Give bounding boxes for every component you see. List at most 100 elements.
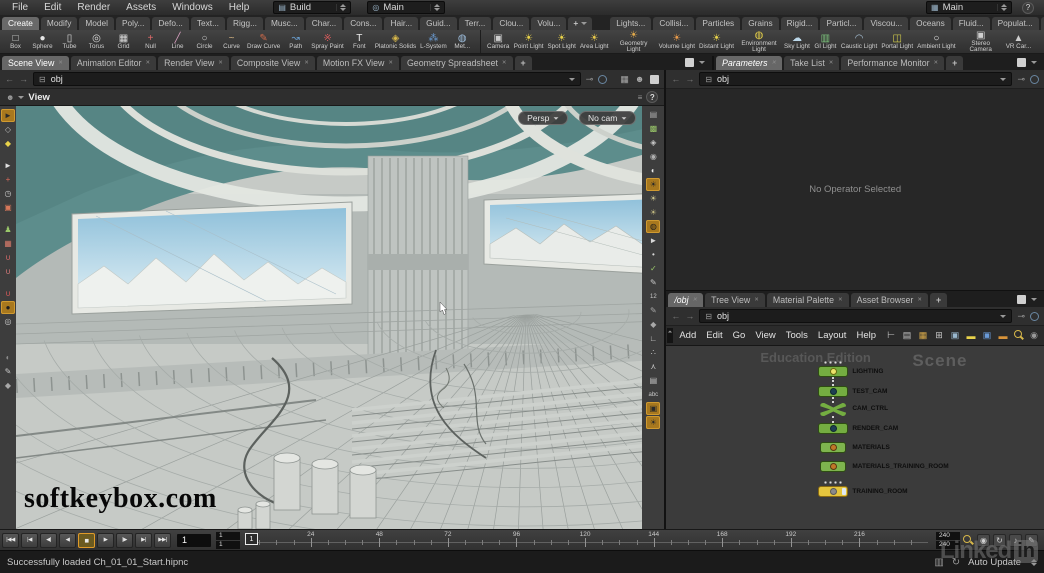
net-menu-view[interactable]: View	[750, 330, 780, 341]
tool-platonic-solids[interactable]: ◈ Platonic Solids	[373, 33, 418, 51]
node-cam-ctrl[interactable]	[820, 403, 847, 416]
tab-render-view[interactable]: Render View ✕	[158, 56, 229, 70]
display-options-icon[interactable]	[650, 74, 660, 84]
node-test-cam[interactable]	[818, 386, 849, 397]
shelf-tab-terr[interactable]: Terr...	[458, 17, 492, 30]
tool-distant-light[interactable]: ☀ Distant Light	[697, 33, 736, 51]
chevron-down-icon[interactable]	[1000, 314, 1007, 318]
prev-keyframe-button[interactable]: |◀	[21, 532, 38, 548]
visibility-icon[interactable]: ◉	[1028, 329, 1041, 342]
view-layout-icon[interactable]: ▤	[646, 108, 660, 121]
tool-null[interactable]: + Null	[137, 33, 164, 51]
jump-start-button[interactable]: |◀◀	[2, 532, 19, 548]
viewport-path-field[interactable]: ⊟ obj	[33, 72, 581, 86]
net-tab-add-button[interactable]: +	[929, 293, 948, 307]
view-tool-icon[interactable]: ●	[1, 301, 15, 314]
stop-button[interactable]: ■	[78, 532, 95, 548]
tool-point-light[interactable]: ☀ Point Light	[512, 33, 546, 51]
tool-environment-light[interactable]: ◍ Environment Light	[736, 30, 782, 54]
net-tab-material-palette[interactable]: Material Palette ✕	[766, 293, 849, 307]
net-menu-tools[interactable]: Tools	[781, 330, 813, 341]
tool-tube[interactable]: ▯ Tube	[56, 33, 83, 51]
shelf-tab-clou[interactable]: Clou...	[493, 17, 530, 30]
all-lights-icon[interactable]: ☀	[646, 206, 660, 219]
shelf-tab-create[interactable]: Create	[2, 17, 39, 30]
menu-render[interactable]: Render	[69, 2, 118, 13]
ghost-objects-icon[interactable]: ▩	[646, 122, 660, 135]
parameters-path-field[interactable]: ⊟ obj	[699, 72, 1013, 86]
close-icon[interactable]: ✕	[58, 60, 63, 66]
shelf-tab-defo[interactable]: Defo...	[152, 17, 189, 30]
parameter-dialog-icon[interactable]: ▤	[901, 329, 914, 342]
point-normals-icon[interactable]: ✎	[646, 276, 660, 289]
snap-grid-icon[interactable]: ▦	[1, 237, 15, 250]
headlight-icon[interactable]: ☀	[646, 178, 661, 191]
maximize-pane-icon[interactable]	[685, 58, 694, 67]
close-icon[interactable]: ✕	[917, 297, 922, 303]
shelf-tab-musc[interactable]: Musc...	[264, 17, 304, 30]
select-geometry-icon[interactable]: ◇	[1, 123, 15, 136]
current-frame-marker[interactable]: 1	[245, 533, 258, 545]
shelf-tab-rigid[interactable]: Rigid...	[780, 17, 819, 30]
net-menu-add[interactable]: Add	[674, 330, 701, 341]
select-mode-icon[interactable]: ►	[646, 234, 660, 247]
tab-add-button[interactable]: +	[514, 56, 532, 70]
tab-geometry-spreadsheet[interactable]: Geometry Spreadsheet ✕	[400, 56, 513, 70]
tool-gi-light[interactable]: ▥ GI Light	[812, 33, 839, 51]
close-icon[interactable]: ✕	[304, 60, 309, 66]
jump-end-button[interactable]: ▶▶|	[154, 532, 171, 548]
tool-met[interactable]: ◍ Met...	[449, 33, 476, 51]
particle-display-icon[interactable]: ∴	[646, 346, 660, 359]
find-icon[interactable]	[1013, 329, 1025, 341]
frame-ruler[interactable]: 1 24 48 72 96 120 144 168 192 216	[245, 530, 928, 550]
chevron-down-icon[interactable]	[18, 95, 25, 99]
tool-stereo-camera[interactable]: ▣ Stereo Camera	[958, 30, 1004, 54]
snap-primitive-icon[interactable]: ∪	[1, 287, 15, 300]
select-objects-icon[interactable]: ►	[1, 109, 15, 122]
net-tab-asset-browser[interactable]: Asset Browser ✕	[850, 293, 928, 307]
shelf-tab-collisi[interactable]: Collisi...	[653, 17, 695, 30]
network-editor[interactable]: Education Edition Scene LIGHTING TEST_CAM…	[666, 346, 1044, 529]
shelf-tab-text[interactable]: Text...	[190, 17, 225, 30]
chevron-down-icon[interactable]	[1000, 77, 1007, 81]
radial-menu-icon[interactable]	[1030, 311, 1039, 321]
select-dynamics-icon[interactable]: ◆	[1, 137, 15, 150]
pane-menu-icon[interactable]	[1031, 61, 1037, 64]
radial-menu-icon[interactable]	[1030, 74, 1039, 84]
back-icon[interactable]: ←	[5, 74, 14, 84]
desktop-select[interactable]: ▦ Main	[926, 1, 1012, 14]
shelf-tab-fluid[interactable]: Fluid...	[952, 17, 990, 30]
menu-edit[interactable]: Edit	[36, 2, 69, 13]
back-icon[interactable]: ←	[671, 74, 680, 84]
pane-menu-icon[interactable]	[1031, 298, 1037, 301]
chevron-down-icon[interactable]	[568, 77, 575, 81]
forward-icon[interactable]: →	[19, 74, 28, 84]
collapse-arrow-icon[interactable]	[667, 328, 674, 343]
spinner-icon[interactable]	[997, 4, 1007, 11]
tool-curve[interactable]: ~ Curve	[218, 33, 245, 51]
rotate-icon[interactable]: ◷	[1, 187, 15, 200]
menu-icon[interactable]: ≡	[638, 93, 643, 102]
close-icon[interactable]: ✕	[934, 60, 939, 66]
snap-point-icon[interactable]: ∪	[1, 251, 15, 264]
shelf-tab-cons[interactable]: Cons...	[344, 17, 383, 30]
node-lighting[interactable]	[818, 366, 849, 377]
radial-menu-icon[interactable]	[598, 74, 608, 84]
tool-sky-light[interactable]: ☁ Sky Light	[782, 33, 812, 51]
tab-motion-fx-view[interactable]: Motion FX View ✕	[316, 56, 399, 70]
shelf-tab-oceans[interactable]: Oceans	[910, 17, 951, 30]
shelf-tab-rigg[interactable]: Rigg...	[227, 17, 263, 30]
node-materials-training-room[interactable]	[820, 461, 847, 472]
playback-start-field[interactable]: 1	[216, 540, 240, 549]
back-icon[interactable]: ←	[671, 311, 680, 321]
close-icon[interactable]: ✕	[145, 60, 150, 66]
character-icon[interactable]: ☻	[635, 74, 644, 84]
group-list-icon[interactable]: ▤	[646, 374, 660, 387]
close-icon[interactable]: ✕	[829, 60, 834, 66]
next-keyframe-button[interactable]: ▶|	[135, 532, 152, 548]
tool-grid[interactable]: ▦ Grid	[110, 33, 137, 51]
tool-font[interactable]: T Font	[346, 33, 373, 51]
close-icon[interactable]: ✕	[754, 297, 759, 303]
camera-select-button[interactable]: No cam	[579, 111, 637, 125]
persp-view-button[interactable]: Persp	[518, 111, 569, 125]
